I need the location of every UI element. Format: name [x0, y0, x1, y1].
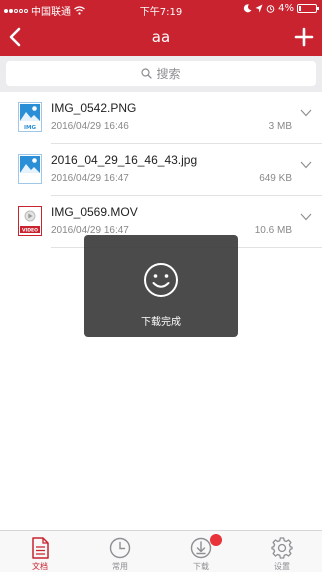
document-icon [32, 537, 49, 559]
file-row[interactable]: IMG IMG_0542.PNG 2016/04/29 16:46 3 MB [0, 92, 322, 144]
toast-message: 下载完成 [141, 317, 181, 328]
file-date: 2016/04/29 16:47 [51, 173, 129, 184]
smile-icon [144, 263, 178, 297]
battery-icon [297, 4, 319, 13]
moon-icon [243, 4, 252, 13]
tab-label: 常用 [112, 562, 128, 571]
page-title: aa [151, 28, 171, 46]
tab-bar: 文档 常用 下载 设置 [0, 530, 322, 572]
video-file-icon: VIDEO [18, 206, 42, 236]
status-bar: 中国联通 下午7:19 4% [0, 0, 322, 18]
chevron-down-icon[interactable] [300, 213, 312, 221]
chevron-down-icon[interactable] [300, 161, 312, 169]
battery-percent: 4% [278, 3, 294, 14]
file-size: 10.6 MB [254, 225, 292, 236]
notification-badge [210, 534, 222, 546]
tab-settings[interactable]: 设置 [242, 531, 322, 572]
plus-icon [294, 27, 314, 47]
search-area: 搜索 [0, 56, 322, 92]
tab-favorites[interactable]: 常用 [80, 531, 160, 572]
nav-bar: aa [0, 18, 322, 56]
chevron-down-icon[interactable] [300, 109, 312, 117]
file-size: 3 MB [268, 121, 292, 132]
clock-icon [109, 537, 131, 559]
add-button[interactable] [290, 23, 318, 51]
search-placeholder: 搜索 [156, 67, 181, 81]
location-icon [255, 4, 263, 13]
alarm-icon [266, 5, 275, 13]
file-type-label: IMG [24, 125, 37, 131]
download-complete-toast: 下载完成 [84, 235, 238, 337]
status-right: 4% [243, 3, 319, 14]
tab-label: 设置 [274, 562, 290, 571]
file-row[interactable]: 2016_04_29_16_46_43.jpg 2016/04/29 16:47… [0, 144, 322, 196]
tab-downloads[interactable]: 下载 [161, 531, 241, 572]
tab-label: 文档 [32, 562, 48, 571]
file-date: 2016/04/29 16:46 [51, 121, 129, 132]
image-file-icon: IMG [18, 102, 42, 132]
tab-documents[interactable]: 文档 [0, 531, 80, 572]
file-name: 2016_04_29_16_46_43.jpg [51, 153, 198, 167]
search-icon [141, 68, 153, 79]
file-name: IMG_0542.PNG [51, 101, 137, 115]
gear-icon [271, 537, 293, 559]
file-name: IMG_0569.MOV [51, 205, 138, 219]
file-type-label: VIDEO [22, 228, 38, 234]
file-size: 649 KB [259, 173, 292, 184]
tab-label: 下载 [193, 562, 209, 571]
search-input[interactable]: 搜索 [6, 61, 316, 86]
image-file-icon [18, 154, 42, 184]
